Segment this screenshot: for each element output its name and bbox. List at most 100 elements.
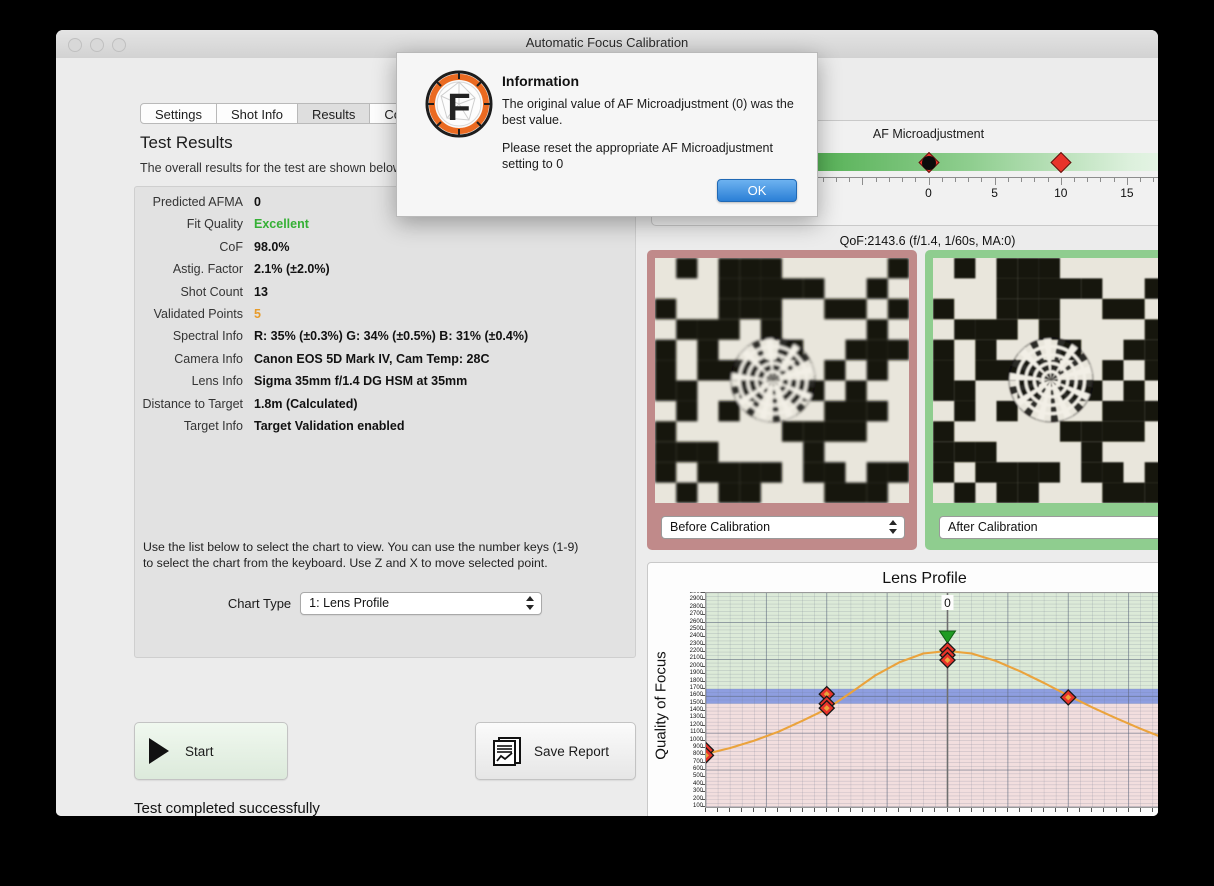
chart-type-label: Chart Type [227, 596, 292, 611]
tab-settings[interactable]: Settings [140, 103, 217, 124]
result-key: Target Info [183, 418, 243, 433]
afma-tick [1153, 177, 1155, 182]
chart-title: Lens Profile [882, 570, 967, 587]
chart-x-tickmark [970, 808, 972, 812]
reikan-focal-f-logo-icon: F [425, 70, 493, 138]
chart-x-tickmark [729, 808, 731, 812]
chart-x-tickmark [705, 808, 706, 812]
window-title: Automatic Focus Calibration [525, 35, 689, 50]
result-value: Target Validation enabled [254, 418, 405, 433]
tab-shot-info[interactable]: Shot Info [216, 103, 299, 124]
lens-profile-chart: Lens Profile ? Quality of Focus 30002900… [647, 562, 1158, 816]
chart-x-tickmark [1115, 808, 1117, 812]
dialog-body-2: Please reset the appropriate AF Microadj… [502, 141, 773, 171]
chart-x-tickmark [765, 808, 767, 812]
afma-tick [1113, 177, 1115, 182]
dialog-ok-button[interactable]: OK [717, 179, 797, 202]
result-key: Astig. Factor [172, 262, 243, 277]
chart-x-tickmark [753, 808, 755, 812]
chart-x-tickmark [874, 808, 876, 812]
chevron-updown-icon[interactable] [889, 519, 898, 535]
results-key-values: Predicted AFMA 0 Fit Quality Excellent CoF… [135, 195, 635, 441]
afma-tick [1073, 177, 1075, 182]
chart-x-tickmark [861, 808, 863, 812]
chart-x-tickmark [801, 808, 803, 812]
chart-x-tickmark [837, 808, 839, 812]
chart-x-tickmark [1031, 808, 1033, 812]
tab-results[interactable]: Results [298, 103, 371, 124]
chart-x-tickmark [1067, 808, 1069, 812]
save-report-button-label: Save Report [534, 743, 610, 759]
chart-x-tickmark [1139, 808, 1141, 812]
dialog-heading: Information [502, 73, 579, 89]
chart-plot-area[interactable]: 0 [697, 592, 1158, 808]
tab-bar[interactable]: Settings Shot Info Results Com [140, 103, 427, 124]
result-value: 1.8m (Calculated) [254, 396, 358, 411]
save-report-button[interactable]: Save Report [475, 722, 636, 780]
chart-x-tick-labels: -20-18-16-14-12-10-8-7-6-5-4-3-2-1012345… [705, 808, 1158, 816]
result-row: Spectral Info R: 35% (±0.3%) G: 34% (±0.5… [135, 329, 635, 351]
chart-type-value: 1: Lens Profile [309, 596, 390, 610]
result-key: Shot Count [180, 284, 243, 299]
svg-text:F: F [447, 87, 470, 129]
chart-x-tickmark [946, 808, 948, 812]
before-calibration-select[interactable]: Before Calibration [661, 516, 905, 539]
result-row: Camera Info Canon EOS 5D Mark IV, Cam Tem… [135, 352, 635, 374]
before-target-image [655, 258, 909, 503]
result-value: 0 [254, 195, 261, 209]
result-value: 13 [254, 284, 268, 299]
chart-x-tickmark [717, 808, 719, 812]
afma-tick [875, 177, 877, 182]
afma-tick [1087, 177, 1089, 182]
afma-tick [862, 177, 864, 185]
afma-tick [902, 177, 904, 182]
results-box: Predicted AFMA 0 Fit Quality Excellent CoF… [134, 186, 636, 658]
afma-tick [1034, 177, 1036, 182]
afma-tick [968, 177, 970, 182]
result-value: 5 [254, 306, 261, 321]
chart-x-tickmark [813, 808, 815, 812]
afma-tick [1007, 177, 1009, 182]
after-target-image [933, 258, 1158, 503]
after-calibration-panel: After Calibration [925, 250, 1158, 550]
start-button[interactable]: Start [134, 722, 288, 780]
action-buttons: Start Save Report [134, 722, 636, 780]
chart-type-select[interactable]: 1: Lens Profile [300, 592, 543, 615]
result-value: Sigma 35mm f/1.4 DG HSM at 35mm [254, 374, 468, 389]
result-key: Spectral Info [172, 329, 243, 344]
report-document-icon [492, 736, 522, 766]
afma-tick [1100, 177, 1102, 182]
afma-tick [1140, 177, 1142, 182]
result-key: Lens Info [191, 374, 243, 389]
result-key: Camera Info [174, 351, 243, 366]
result-row: Astig. Factor 2.1% (±2.0%) [135, 262, 635, 284]
afma-tick-label: 15 [1120, 186, 1134, 200]
result-row: CoF 98.0% [135, 240, 635, 262]
afma-current-marker[interactable] [921, 156, 936, 170]
chart-x-tickmark [777, 808, 779, 812]
afma-tick [994, 177, 996, 185]
before-calibration-value: Before Calibration [670, 520, 771, 534]
afma-tick-label: 0 [925, 186, 932, 200]
dialog-body-1: The original value of AF Microadjustment… [502, 97, 794, 127]
chart-type-control[interactable]: Chart Type 1: Lens Profile [135, 592, 635, 615]
chart-x-tickmark [1127, 808, 1129, 812]
afma-tick [928, 177, 930, 185]
after-calibration-select[interactable]: After Calibration [939, 516, 1158, 539]
result-key: Distance to Target [142, 396, 243, 411]
afma-tick [1047, 177, 1049, 182]
afma-tick [941, 177, 943, 182]
chevron-updown-icon[interactable] [526, 595, 535, 611]
screen: Automatic Focus Calibration Settings Sho… [0, 0, 1214, 886]
result-row: Lens Info Sigma 35mm f/1.4 DG HSM at 35mm [135, 374, 635, 396]
chart-x-tickmark [982, 808, 984, 812]
chart-x-tickmark [934, 808, 936, 812]
chart-y-tick-labels: 3000 2900 2800 2700 2600 2500 2400 2300 2200 2100… [668, 592, 705, 808]
afma-tick [1060, 177, 1062, 185]
qof-caption: QoF:2143.6 (f/1.4, 1/60s, MA:0) [839, 234, 1016, 248]
svg-text:0: 0 [944, 596, 951, 610]
chart-x-tickmark [1006, 808, 1008, 812]
afma-tick [1126, 177, 1128, 185]
afma-tick [888, 177, 890, 182]
result-value: 2.1% (±2.0%) [254, 262, 330, 277]
